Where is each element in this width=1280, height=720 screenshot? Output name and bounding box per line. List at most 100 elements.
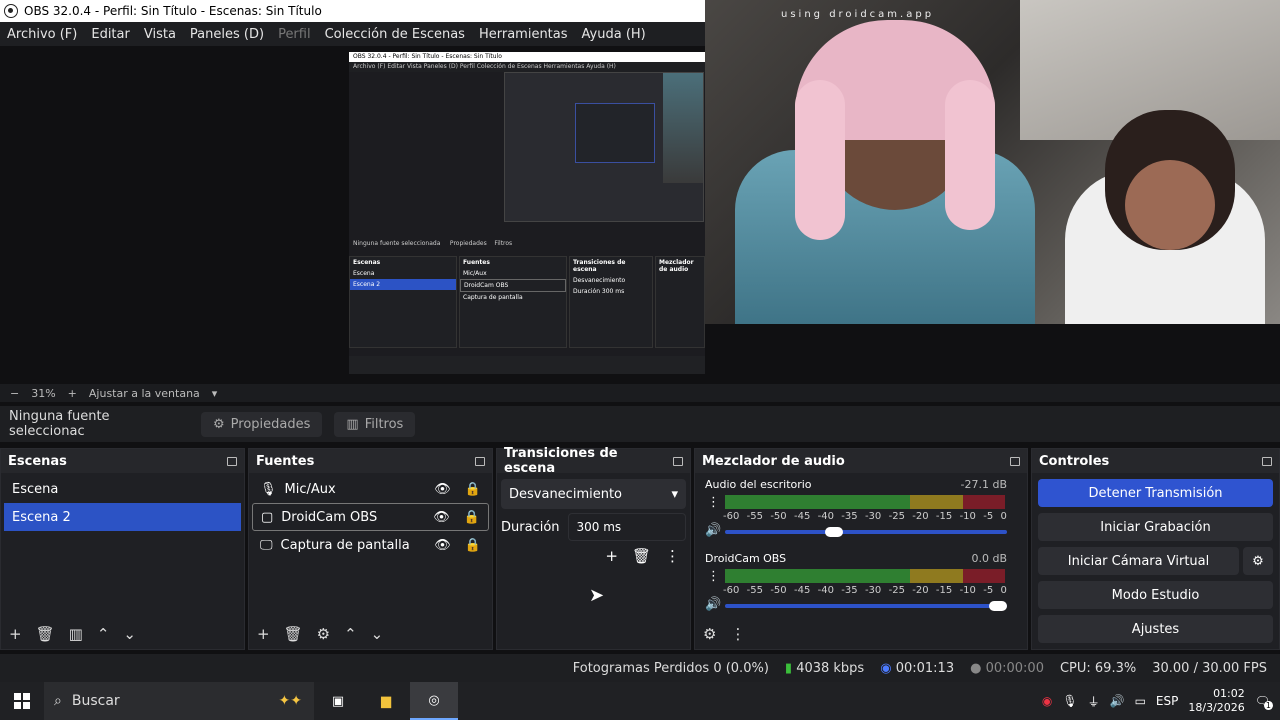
- volume-meter: [725, 569, 1005, 583]
- menu-coleccion-escenas[interactable]: Colección de Escenas: [325, 27, 465, 42]
- lock-icon[interactable]: 🔒: [464, 510, 480, 525]
- slider-knob[interactable]: [825, 527, 844, 537]
- power-tray-icon[interactable]: ⏚: [1088, 693, 1100, 710]
- windows-start-icon[interactable]: [14, 693, 30, 709]
- dropped-frames: Fotogramas Perdidos 0 (0.0%): [572, 660, 769, 676]
- nested-scenes-dock: Escenas Escena Escena 2: [349, 256, 457, 348]
- more-options-icon[interactable]: ⋮: [730, 625, 745, 643]
- gear-icon[interactable]: ⚙: [317, 625, 330, 643]
- undock-icon[interactable]: [1262, 456, 1272, 466]
- move-down-icon[interactable]: ⌄: [371, 625, 384, 643]
- mixer-channel: Audio del escritorio -27.1 dB ⋮ -60 -55 -5…: [695, 473, 1027, 547]
- studio-mode-button[interactable]: Modo Estudio: [1038, 581, 1273, 609]
- eye-icon[interactable]: 👁: [434, 482, 451, 497]
- nested-titlebar: OBS 32.0.4 - Perfil: Sin Título - Escena…: [349, 52, 705, 62]
- virtual-camera-button[interactable]: Iniciar Cámara Virtual: [1038, 547, 1239, 575]
- fit-to-window[interactable]: Ajustar a la ventana: [89, 387, 200, 400]
- add-transition-icon[interactable]: +: [605, 547, 618, 565]
- settings-button[interactable]: Ajustes: [1038, 615, 1273, 643]
- obs-taskbar-icon[interactable]: ◎: [410, 682, 458, 720]
- taskbar-search[interactable]: ⌕ Buscar ✦✦: [44, 682, 314, 720]
- source-item[interactable]: 🖵 Captura de pantalla 👁 🔒: [252, 531, 489, 559]
- volume-tray-icon[interactable]: 🔊: [1110, 694, 1125, 708]
- undock-icon[interactable]: [1010, 456, 1020, 466]
- gear-icon[interactable]: ⚙: [703, 625, 716, 643]
- channel-name: DroidCam OBS: [705, 552, 787, 565]
- stop-stream-button[interactable]: Detener Transmisión: [1038, 479, 1273, 507]
- trash-icon[interactable]: 🗑: [632, 547, 651, 565]
- lock-icon[interactable]: 🔒: [465, 482, 481, 497]
- notification-icon[interactable]: 🗨 1: [1255, 694, 1273, 710]
- source-item[interactable]: 🎙 Mic/Aux 👁 🔒: [252, 475, 489, 503]
- stream-time: ◉ 00:01:13: [880, 660, 955, 676]
- recording-time: ● 00:00:00: [970, 660, 1044, 676]
- slider-knob[interactable]: [989, 601, 1007, 611]
- network-tray-icon[interactable]: ▭: [1135, 694, 1146, 708]
- task-view-icon[interactable]: ▣: [314, 682, 362, 720]
- language-indicator[interactable]: ESP: [1156, 694, 1178, 708]
- undock-icon[interactable]: [673, 456, 683, 466]
- zoom-in-button[interactable]: +: [68, 387, 77, 400]
- move-up-icon[interactable]: ⌃: [97, 625, 110, 643]
- menu-editar[interactable]: Editar: [91, 27, 130, 42]
- meter-scale: -60 -55 -50 -45 -40 -35 -30 -25 -20 -15 -10 -5 0: [723, 511, 1007, 522]
- duration-input[interactable]: 300 ms: [567, 513, 686, 541]
- menu-ayuda[interactable]: Ayuda (H): [582, 27, 646, 42]
- start-recording-button[interactable]: Iniciar Grabación: [1038, 513, 1273, 541]
- menu-perfil[interactable]: Perfil: [278, 27, 311, 42]
- windows-taskbar: ⌕ Buscar ✦✦ ▣ ▆ ◎ ◉ 🎙 ⏚ 🔊 ▭ ESP 01:02 18/…: [0, 682, 1280, 720]
- obs-tray-icon[interactable]: ◉: [1042, 694, 1052, 708]
- filter-icon: ▥: [346, 416, 359, 432]
- file-explorer-icon[interactable]: ▆: [362, 682, 410, 720]
- undock-icon[interactable]: [227, 456, 237, 466]
- chevron-down-icon[interactable]: ▾: [212, 387, 218, 400]
- controls-dock: Controles Detener Transmisión Iniciar Gr…: [1031, 448, 1280, 650]
- undock-icon[interactable]: [475, 456, 485, 466]
- broadcast-icon: ◉: [880, 660, 892, 676]
- move-down-icon[interactable]: ⌄: [123, 625, 136, 643]
- gear-icon: ⚙: [213, 416, 225, 432]
- more-options-icon[interactable]: ⋮: [707, 569, 720, 584]
- no-source-selected-label: Ninguna fuente seleccionac: [9, 409, 110, 439]
- menu-vista[interactable]: Vista: [144, 27, 176, 42]
- eye-icon[interactable]: 👁: [434, 538, 451, 553]
- filter-icon[interactable]: ▥: [69, 625, 83, 643]
- source-item[interactable]: ▢ DroidCam OBS 👁 🔒: [252, 503, 489, 531]
- filters-button[interactable]: ▥ Filtros: [334, 411, 416, 437]
- menu-archivo[interactable]: Archivo (F): [7, 27, 77, 42]
- controls-title: Controles: [1039, 453, 1110, 469]
- gear-icon[interactable]: ⚙: [1243, 547, 1273, 575]
- volume-meter: [725, 495, 1005, 509]
- scene-item-selected[interactable]: Escena 2: [4, 503, 241, 531]
- menu-herramientas[interactable]: Herramientas: [479, 27, 568, 42]
- volume-slider[interactable]: [725, 601, 1007, 611]
- scene-item[interactable]: Escena: [4, 475, 241, 503]
- audio-mixer-dock: Mezclador de audio Audio del escritorio …: [694, 448, 1028, 650]
- more-options-icon[interactable]: ⋮: [665, 547, 680, 565]
- add-source-icon[interactable]: +: [257, 625, 270, 643]
- clock[interactable]: 01:02 18/3/2026: [1188, 687, 1244, 715]
- mic-tray-icon[interactable]: 🎙: [1062, 694, 1077, 708]
- move-up-icon[interactable]: ⌃: [344, 625, 357, 643]
- volume-slider[interactable]: [725, 527, 1007, 537]
- speaker-icon[interactable]: 🔊: [705, 597, 721, 612]
- menu-paneles[interactable]: Paneles (D): [190, 27, 264, 42]
- speaker-icon[interactable]: 🔊: [705, 523, 721, 538]
- notification-count: 1: [1263, 701, 1273, 710]
- nested-sourcebar: Ninguna fuente seleccionada Propiedades …: [353, 240, 513, 247]
- transition-select[interactable]: Desvanecimiento ▾: [501, 479, 686, 509]
- transitions-dock: Transiciones de escena Desvanecimiento ▾ …: [496, 446, 691, 650]
- record-icon: ●: [970, 660, 982, 676]
- more-options-icon[interactable]: ⋮: [707, 495, 720, 510]
- eye-icon[interactable]: 👁: [433, 510, 450, 525]
- meter-scale: -60 -55 -50 -45 -40 -35 -30 -25 -20 -15 -10 -5 0: [723, 585, 1007, 596]
- nested-menubar: Archivo (F) Editar Vista Paneles (D) Per…: [349, 62, 705, 72]
- properties-button[interactable]: ⚙ Propiedades: [201, 411, 323, 437]
- zoom-out-button[interactable]: −: [10, 387, 19, 400]
- nested-sources-dock: Fuentes Mic/Aux DroidCam OBS Captura de …: [459, 256, 567, 348]
- trash-icon[interactable]: 🗑: [36, 625, 55, 643]
- add-scene-icon[interactable]: +: [9, 625, 22, 643]
- lock-icon[interactable]: 🔒: [465, 538, 481, 553]
- duration-label: Duración: [501, 519, 560, 535]
- trash-icon[interactable]: 🗑: [284, 625, 303, 643]
